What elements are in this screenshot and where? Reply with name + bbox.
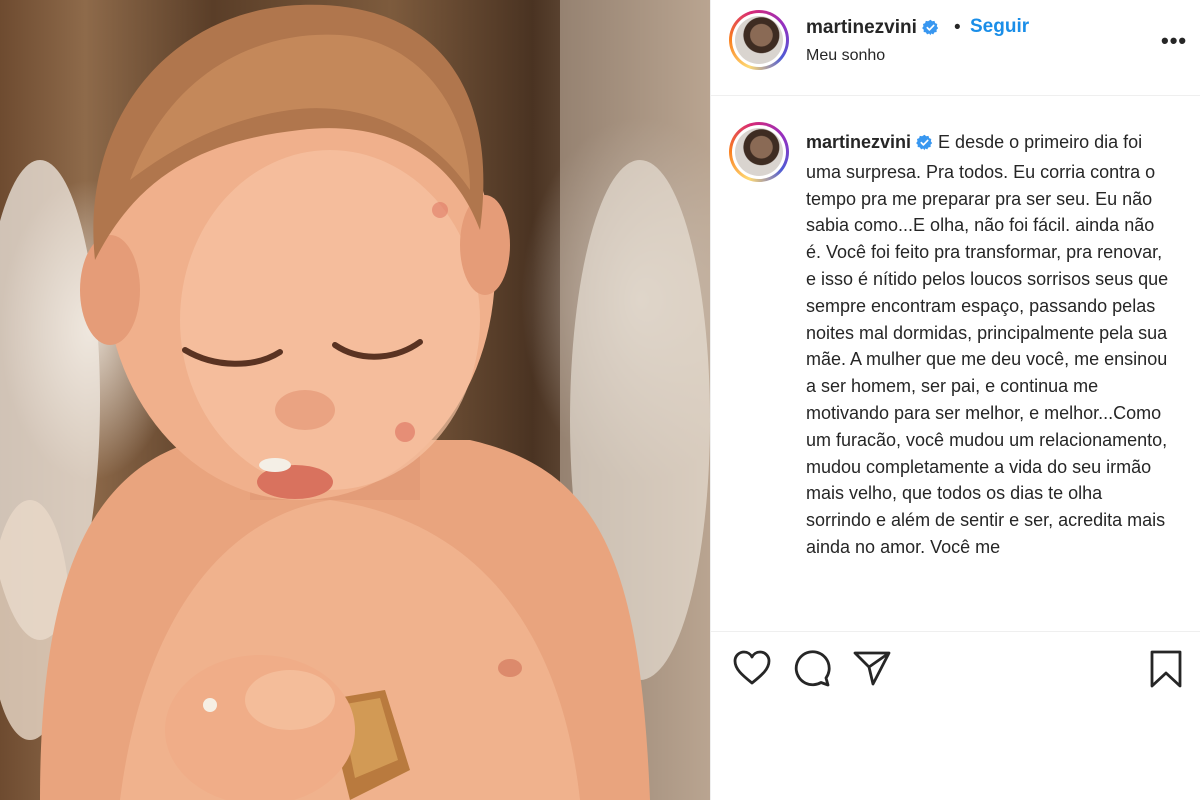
post-caption: martinezvini E desde o primeiro dia foi …	[806, 129, 1171, 561]
verified-badge-icon	[916, 132, 933, 159]
follow-button[interactable]: Seguir	[970, 16, 1029, 38]
avatar-image	[735, 128, 783, 176]
post-side-panel: martinezvini • Seguir Meu sonho ••• mart…	[710, 0, 1200, 800]
comments-area[interactable]: martinezvini E desde o primeiro dia foi …	[711, 97, 1200, 631]
caption-author-username[interactable]: martinezvini	[806, 132, 911, 152]
avatar-image	[735, 16, 783, 64]
post-header: martinezvini • Seguir Meu sonho •••	[711, 0, 1200, 96]
author-avatar[interactable]	[729, 10, 789, 70]
paper-plane-icon[interactable]	[853, 650, 891, 691]
more-options-icon[interactable]: •••	[1161, 28, 1187, 54]
post-location[interactable]: Meu sonho	[806, 47, 885, 65]
comment-icon[interactable]	[793, 650, 831, 693]
action-bar	[711, 631, 1200, 800]
verified-badge-icon	[922, 19, 939, 41]
caption-author-avatar[interactable]	[729, 122, 789, 182]
post-photo[interactable]	[0, 0, 710, 800]
author-username[interactable]: martinezvini	[806, 17, 917, 38]
baby-photo-illustration	[0, 0, 710, 800]
bookmark-icon[interactable]	[1149, 650, 1183, 693]
caption-text: E desde o primeiro dia foi uma surpresa.…	[806, 132, 1169, 557]
separator-dot: •	[954, 17, 961, 38]
heart-icon[interactable]	[733, 650, 771, 691]
author-name-row: martinezvini	[806, 17, 939, 41]
